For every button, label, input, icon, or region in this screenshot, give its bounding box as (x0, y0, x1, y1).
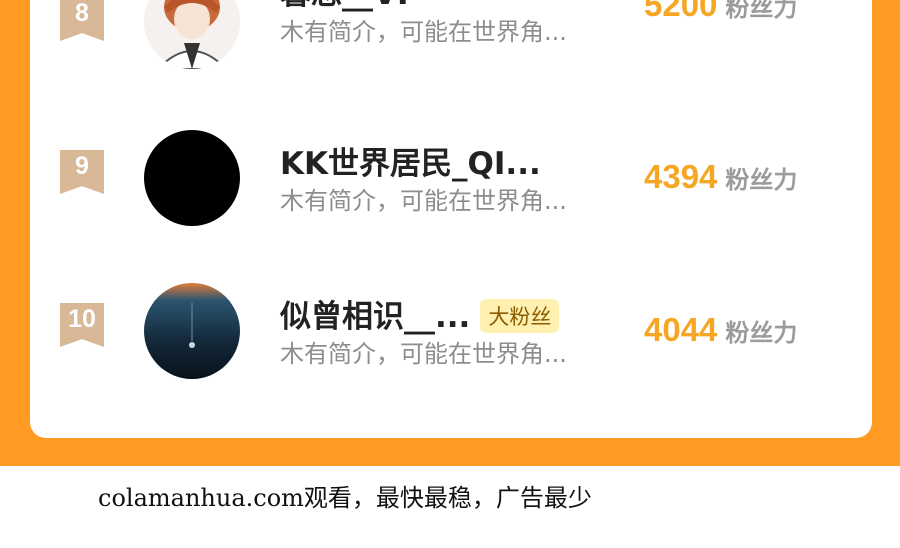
user-name[interactable]: KK世界居民_QI... (280, 138, 541, 183)
rank-number: 9 (75, 152, 89, 180)
user-intro: 木有简介，可能在世界角... (280, 18, 567, 46)
watermark-footer-text: colamanhua.com观看，最快最稳，广告最少 (98, 484, 592, 512)
fans-score: 5200 粉丝力 (644, 0, 844, 24)
rank-number: 10 (68, 305, 96, 333)
avatar[interactable] (144, 0, 240, 69)
rank-number: 8 (75, 0, 89, 27)
ranking-list-card: 8 暮念__VI 木有简介，可能在世界角... 5200粉丝力 (30, 0, 872, 438)
ranking-panel-frame: 8 暮念__VI 木有简介，可能在世界角... 5200粉丝力 (0, 0, 900, 466)
avatar[interactable] (144, 130, 240, 226)
list-item[interactable]: 10 似曾相识__... 大粉丝 木有简介，可能在世界角... 4044 粉丝力 (30, 263, 872, 383)
deep-sea-avatar-image (144, 283, 240, 379)
fans-number: 4394 (644, 158, 718, 195)
big-fan-badge: 大粉丝 (480, 298, 560, 333)
fans-unit: 粉丝力 (725, 166, 798, 194)
rank-badge: 10 (60, 303, 104, 347)
user-intro: 木有简介，可能在世界角... (280, 187, 567, 215)
fans-number: 5200 (644, 0, 718, 23)
list-item[interactable]: 8 暮念__VI 木有简介，可能在世界角... 5200粉丝力 (30, 0, 872, 80)
anime-boy-avatar-image (144, 0, 240, 69)
user-name-text: 似曾相识__... (280, 299, 471, 335)
user-name[interactable]: 似曾相识__... 大粉丝 (280, 291, 560, 336)
fans-score: 4394 粉丝力 (644, 158, 844, 196)
user-intro: 木有简介，可能在世界角... (280, 340, 567, 368)
rank-badge: 9 (60, 150, 104, 194)
fans-score: 4044 粉丝力 (644, 311, 844, 349)
avatar[interactable] (144, 283, 240, 379)
fans-unit: 粉丝力 (725, 0, 798, 22)
fans-number: 4044 (644, 311, 718, 348)
list-item[interactable]: 9 KK世界居民_QI... 木有简介，可能在世界角... 4394 粉丝力 (30, 110, 872, 230)
fans-unit: 粉丝力 (725, 319, 798, 347)
rank-badge: 8 (60, 0, 104, 41)
